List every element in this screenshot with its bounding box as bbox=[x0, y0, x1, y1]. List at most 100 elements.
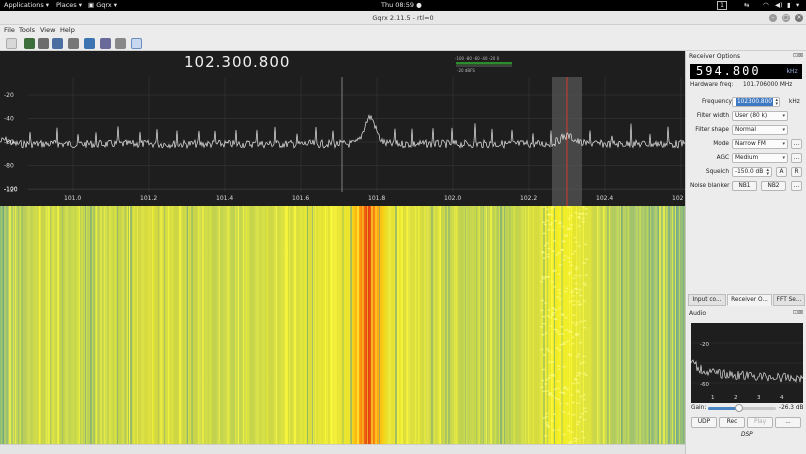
audio-gain-slider[interactable] bbox=[708, 404, 776, 412]
meter-bar bbox=[456, 62, 512, 65]
udp-button[interactable]: UDP bbox=[691, 417, 717, 428]
filter-shape-label: Filter shape bbox=[695, 127, 729, 133]
mode-options-button[interactable]: ... bbox=[791, 139, 802, 149]
close-icon[interactable]: × bbox=[795, 14, 803, 22]
window-title: Gqrx 2.11.5 - rtl=0 bbox=[372, 14, 434, 22]
tab-fft-settings[interactable]: FFT Se... bbox=[773, 294, 805, 306]
clock[interactable]: Thu 08:59 ● bbox=[381, 0, 422, 11]
wifi-icon[interactable]: ◠ bbox=[763, 0, 769, 11]
gqrx-desktop: Applications ▾ Places ▾ ▣ Gqrx ▾ Thu 08:… bbox=[0, 0, 806, 454]
device-icon[interactable] bbox=[68, 38, 79, 49]
save-icon[interactable] bbox=[52, 38, 63, 49]
audio-float-icon[interactable]: ⊡⊠ bbox=[793, 309, 803, 316]
mode-select[interactable]: Narrow FM ▾ bbox=[732, 139, 788, 149]
audio-xtick: 4 bbox=[780, 395, 784, 401]
remote-icon[interactable] bbox=[100, 38, 111, 49]
dsp-label: DSP bbox=[741, 432, 753, 438]
app-menu[interactable]: ▣ Gqrx ▾ bbox=[88, 0, 117, 11]
squelch-auto-button[interactable]: A bbox=[776, 167, 787, 177]
gain-label: Gain: bbox=[691, 405, 707, 411]
audio-xtick: 2 bbox=[734, 395, 738, 401]
gain-slider-handle[interactable] bbox=[735, 404, 743, 412]
squelch-field[interactable]: -150.0 dB ▴ ▾ bbox=[732, 167, 772, 177]
y-tick-label: -80 bbox=[4, 163, 14, 170]
y-tick-label: -60 bbox=[4, 139, 14, 146]
rec-button[interactable]: Rec bbox=[719, 417, 745, 428]
x-axis-ticks: 101.0 101.2 101.4 101.6 101.8 102.0 102.2 102.4… bbox=[64, 195, 684, 202]
x-tick-label: 101.2 bbox=[140, 195, 157, 202]
x-tick-label: 101.6 bbox=[292, 195, 309, 202]
squelch-reset-button[interactable]: R bbox=[791, 167, 802, 177]
toolbar bbox=[0, 36, 806, 51]
frequency-readout[interactable]: 102.300.800 bbox=[184, 53, 290, 71]
maximize-icon[interactable]: □ bbox=[782, 14, 790, 22]
workspace-indicator[interactable]: 1 bbox=[717, 1, 727, 10]
places-menu[interactable]: Places ▾ bbox=[56, 0, 82, 11]
receiver-dock: Receiver Options ⊡⊠ 594.800 kHz Hardware … bbox=[685, 51, 806, 454]
tab-input-controls[interactable]: Input co... bbox=[688, 294, 726, 306]
mode-label: Mode bbox=[713, 141, 729, 147]
hw-freq-label: Hardware freq: bbox=[690, 82, 734, 88]
crosshair-icon[interactable] bbox=[131, 38, 142, 49]
frequency-label: Frequency bbox=[702, 99, 732, 105]
menu-view[interactable]: View bbox=[40, 25, 55, 36]
nb2-button[interactable]: NB2 bbox=[761, 181, 786, 191]
audio-fft-plot[interactable]: -20 -60 1 2 3 4 bbox=[691, 323, 803, 403]
minimize-icon[interactable]: – bbox=[769, 14, 777, 22]
spectrum-plot[interactable]: -20 -40 -60 -80 -100 -120 101.0 101.2 101.4 101.… bbox=[0, 51, 685, 206]
x-tick-label: 102.2 bbox=[520, 195, 537, 202]
audio-ytick: -60 bbox=[700, 382, 709, 388]
applications-menu[interactable]: Applications ▾ bbox=[4, 0, 49, 11]
menu-help[interactable]: Help bbox=[60, 25, 75, 36]
tools-icon[interactable] bbox=[115, 38, 126, 49]
menu-tools[interactable]: Tools bbox=[19, 25, 35, 36]
meter-unit: -20 dBFS bbox=[457, 68, 475, 73]
plot-grid bbox=[28, 77, 685, 192]
battery-icon[interactable]: ▮ bbox=[787, 0, 791, 11]
spectrum-svg[interactable]: -20-40-60-80-100-120 101.0 101.2 101.4 101.… bbox=[0, 51, 685, 206]
volume-icon[interactable]: ◀) bbox=[775, 0, 783, 11]
waterfall[interactable] bbox=[0, 206, 685, 444]
hw-freq-value: 101.706000 MHz bbox=[743, 82, 793, 88]
audio-header: Audio bbox=[689, 310, 707, 317]
agc-select[interactable]: Medium ▾ bbox=[732, 153, 788, 163]
meter-scale: -100 -80 -60 -40 -20 0 bbox=[455, 56, 500, 61]
folder-icon[interactable] bbox=[38, 38, 49, 49]
frequency-unit: kHz bbox=[789, 99, 800, 105]
tab-receiver-options[interactable]: Receiver O... bbox=[727, 294, 772, 306]
audio-ytick: -20 bbox=[700, 342, 709, 348]
x-tick-label: 102 bbox=[672, 195, 684, 202]
x-tick-label: 101.4 bbox=[216, 195, 233, 202]
network-tray-icon[interactable]: ⇆ bbox=[744, 0, 749, 11]
open-icon[interactable] bbox=[24, 38, 35, 49]
waterfall-texture bbox=[3, 206, 680, 444]
y-tick-label: -40 bbox=[4, 116, 14, 123]
signal-meter: -100 -80 -60 -40 -20 0 -20 dBFS bbox=[455, 56, 512, 73]
filter-shape-select[interactable]: Normal ▾ bbox=[732, 125, 788, 135]
agc-options-button[interactable]: ... bbox=[791, 153, 802, 163]
frequency-field[interactable]: 102300.800 ▴ ▾ bbox=[732, 97, 780, 107]
squelch-label: Squelch bbox=[705, 169, 729, 175]
filter-width-select[interactable]: User (80 k) ▾ bbox=[732, 111, 788, 121]
nb-options-button[interactable]: ... bbox=[791, 181, 802, 191]
x-tick-label: 101.0 bbox=[64, 195, 81, 202]
audio-options-button[interactable]: ... bbox=[775, 417, 801, 428]
menu-bar: File Tools View Help bbox=[0, 25, 806, 36]
lnb-lcd-display[interactable]: 594.800 kHz bbox=[690, 64, 802, 79]
audio-xtick: 3 bbox=[757, 395, 761, 401]
audio-xtick: 1 bbox=[711, 395, 715, 401]
dock-float-icon[interactable]: ⊡⊠ bbox=[793, 52, 803, 59]
nb1-button[interactable]: NB1 bbox=[732, 181, 757, 191]
y-axis-ticks: -20-40-60-80-100-120 bbox=[4, 92, 18, 194]
play-button[interactable]: Play bbox=[747, 417, 773, 428]
system-top-bar: Applications ▾ Places ▾ ▣ Gqrx ▾ Thu 08:… bbox=[0, 0, 806, 11]
noise-blanker-label: Noise blanker bbox=[690, 183, 730, 189]
screen-icon[interactable] bbox=[84, 38, 95, 49]
y-tick-label: -120 bbox=[4, 187, 18, 194]
menu-file[interactable]: File bbox=[4, 25, 15, 36]
power-icon[interactable] bbox=[6, 38, 17, 49]
y-tick-label: -20 bbox=[4, 92, 14, 99]
x-tick-label: 102.4 bbox=[596, 195, 613, 202]
system-menu-icon[interactable]: ▾ bbox=[796, 0, 799, 11]
agc-label: AGC bbox=[716, 155, 729, 161]
